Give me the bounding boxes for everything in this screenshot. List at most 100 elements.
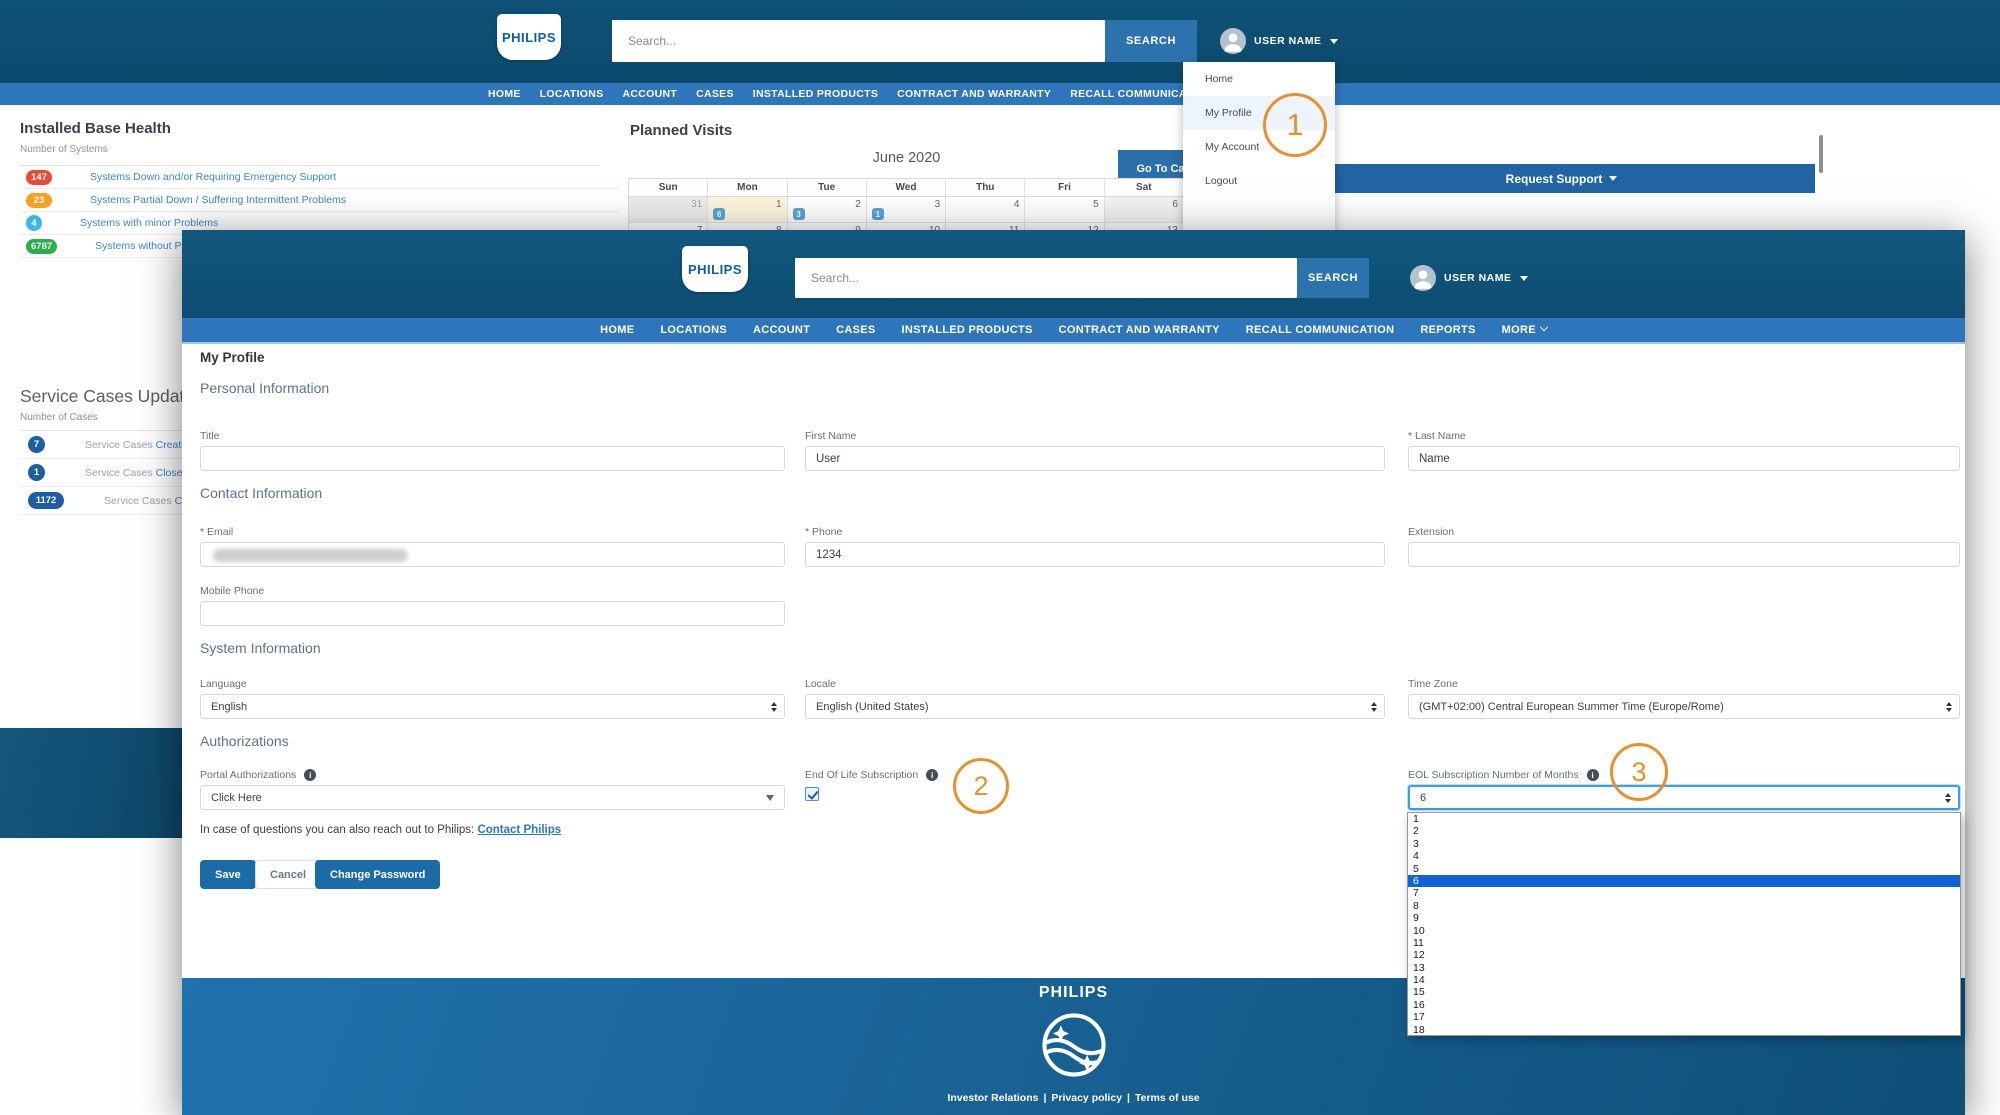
month-option-1[interactable]: 1 xyxy=(1408,813,1960,825)
visit-count-badge[interactable]: 1 xyxy=(872,208,884,220)
calendar-day-cell[interactable]: 31 xyxy=(629,197,708,223)
philips-logo[interactable]: PHILIPS xyxy=(497,14,561,60)
nav-item-cases[interactable]: CASES xyxy=(696,88,734,100)
nav-item-installed-products[interactable]: INSTALLED PRODUCTS xyxy=(902,324,1033,336)
timezone-select[interactable]: (GMT+02:00) Central European Summer Time… xyxy=(1408,694,1960,719)
contact-philips-link[interactable]: Contact Philips xyxy=(477,824,561,836)
nav-item-account[interactable]: ACCOUNT xyxy=(622,88,677,100)
phone-input[interactable] xyxy=(805,542,1385,567)
row-label[interactable]: Systems with minor Problems xyxy=(80,217,218,229)
month-option-6[interactable]: 6 xyxy=(1408,875,1960,887)
count-badge: 23 xyxy=(26,193,52,208)
month-option-12[interactable]: 12 xyxy=(1408,949,1960,961)
save-button[interactable]: Save xyxy=(200,860,256,889)
row-label[interactable]: Systems Partial Down / Suffering Intermi… xyxy=(90,194,346,206)
calendar-day-cell[interactable]: 5 xyxy=(1025,197,1104,223)
nav-item-locations[interactable]: LOCATIONS xyxy=(540,88,604,100)
calendar-day-cell[interactable]: 6 xyxy=(1105,197,1184,223)
month-option-4[interactable]: 4 xyxy=(1408,850,1960,862)
nav-item-cases[interactable]: CASES xyxy=(836,324,875,336)
month-option-7[interactable]: 7 xyxy=(1408,887,1960,899)
request-support-button[interactable]: Request Support xyxy=(1308,164,1815,193)
fg-user-name: USER NAME xyxy=(1444,272,1512,284)
change-password-button[interactable]: Change Password xyxy=(315,860,440,889)
eol-months-option-list[interactable]: 123456789101112131415161718 xyxy=(1407,812,1961,1036)
nav-item-home[interactable]: HOME xyxy=(600,324,634,336)
row-label[interactable]: Systems Down and/or Requiring Emergency … xyxy=(90,171,336,183)
day-number: 6 xyxy=(1172,199,1178,210)
installed-base-row[interactable]: 23 Systems Partial Down / Suffering Inter… xyxy=(20,189,620,212)
month-option-13[interactable]: 13 xyxy=(1408,962,1960,974)
title-input[interactable] xyxy=(200,446,785,471)
visit-count-badge[interactable]: 3 xyxy=(793,208,805,220)
nav-item-account[interactable]: ACCOUNT xyxy=(753,324,810,336)
language-select[interactable]: English xyxy=(200,694,785,719)
installed-base-row[interactable]: 147Systems Down and/or Requiring Emergen… xyxy=(20,166,620,189)
philips-shield-logo: PHILIPS xyxy=(1033,984,1115,1091)
info-icon[interactable] xyxy=(304,769,316,781)
section-authorizations: Authorizations xyxy=(200,733,289,749)
info-icon[interactable] xyxy=(1587,769,1599,781)
month-option-11[interactable]: 11 xyxy=(1408,937,1960,949)
month-option-8[interactable]: 8 xyxy=(1408,900,1960,912)
month-option-10[interactable]: 10 xyxy=(1408,925,1960,937)
month-option-14[interactable]: 14 xyxy=(1408,974,1960,986)
calendar-day-cell[interactable]: 4 xyxy=(946,197,1025,223)
last-name-input[interactable] xyxy=(1408,446,1960,471)
footer-link-terms-of-use[interactable]: Terms of use xyxy=(1135,1092,1200,1104)
philips-logo[interactable]: PHILIPS xyxy=(682,246,748,292)
footer-link-investor-relations[interactable]: Investor Relations xyxy=(947,1092,1038,1104)
link-separator: | xyxy=(1127,1092,1130,1104)
portal-authorizations-dropdown[interactable]: Click Here xyxy=(200,785,785,810)
bg-search-button[interactable]: SEARCH xyxy=(1105,20,1197,62)
count-badge: 1172 xyxy=(28,492,64,509)
nav-item-installed-products[interactable]: INSTALLED PRODUCTS xyxy=(753,88,878,100)
menu-item-home[interactable]: Home xyxy=(1183,62,1335,96)
bg-user-menu-trigger[interactable]: USER NAME xyxy=(1220,28,1338,54)
fg-user-menu-trigger[interactable]: USER NAME xyxy=(1410,265,1528,291)
calendar-day-cell[interactable]: 16 xyxy=(708,197,787,223)
fg-search-button[interactable]: SEARCH xyxy=(1297,258,1369,298)
nav-item-reports[interactable]: REPORTS xyxy=(1420,324,1475,336)
contact-note: In case of questions you can also reach … xyxy=(200,824,561,836)
nav-item-contract-and-warranty[interactable]: CONTRACT AND WARRANTY xyxy=(897,88,1051,100)
phone-label: * Phone xyxy=(805,526,1385,538)
nav-item-locations[interactable]: LOCATIONS xyxy=(660,324,727,336)
eol-months-select[interactable]: 6 xyxy=(1408,785,1960,810)
locale-select[interactable]: English (United States) xyxy=(805,694,1385,719)
last-name-label: * Last Name xyxy=(1408,430,1960,442)
nav-item-more[interactable]: MORE xyxy=(1502,324,1547,336)
fg-search-input[interactable] xyxy=(795,258,1297,298)
info-icon[interactable] xyxy=(926,769,938,781)
month-option-2[interactable]: 2 xyxy=(1408,825,1960,837)
cancel-button[interactable]: Cancel xyxy=(255,860,321,889)
month-option-16[interactable]: 16 xyxy=(1408,999,1960,1011)
nav-item-home[interactable]: HOME xyxy=(488,88,521,100)
month-option-5[interactable]: 5 xyxy=(1408,863,1960,875)
calendar-day-cell[interactable]: 23 xyxy=(788,197,867,223)
month-option-3[interactable]: 3 xyxy=(1408,838,1960,850)
nav-item-recall-communication[interactable]: RECALL COMMUNICATION xyxy=(1246,324,1395,336)
philips-logo-text: PHILIPS xyxy=(688,262,742,277)
eol-months-value: 6 xyxy=(1420,792,1426,804)
menu-item-logout[interactable]: Logout xyxy=(1183,164,1335,198)
mobile-phone-input[interactable] xyxy=(200,601,785,626)
bg-search-input[interactable] xyxy=(612,20,1105,62)
month-option-15[interactable]: 15 xyxy=(1408,986,1960,998)
month-option-9[interactable]: 9 xyxy=(1408,912,1960,924)
nav-item-contract-and-warranty[interactable]: CONTRACT AND WARRANTY xyxy=(1059,324,1220,336)
footer-links: Investor Relations|Privacy policy|Terms … xyxy=(182,1092,1965,1104)
footer-link-privacy-policy[interactable]: Privacy policy xyxy=(1051,1092,1122,1104)
first-name-label: First Name xyxy=(805,430,1385,442)
extension-input[interactable] xyxy=(1408,542,1960,567)
visit-count-badge[interactable]: 6 xyxy=(713,208,725,220)
month-option-18[interactable]: 18 xyxy=(1408,1024,1960,1036)
eol-subscription-checkbox[interactable] xyxy=(805,787,819,801)
first-name-input[interactable] xyxy=(805,446,1385,471)
calendar-month-label: June 2020 xyxy=(628,150,1185,166)
calendar-day-cell[interactable]: 31 xyxy=(867,197,946,223)
email-input[interactable] xyxy=(200,542,785,567)
month-option-17[interactable]: 17 xyxy=(1408,1011,1960,1023)
installed-base-health-subtitle: Number of Systems xyxy=(20,144,108,155)
bg-scrollbar-thumb[interactable] xyxy=(1819,135,1823,173)
